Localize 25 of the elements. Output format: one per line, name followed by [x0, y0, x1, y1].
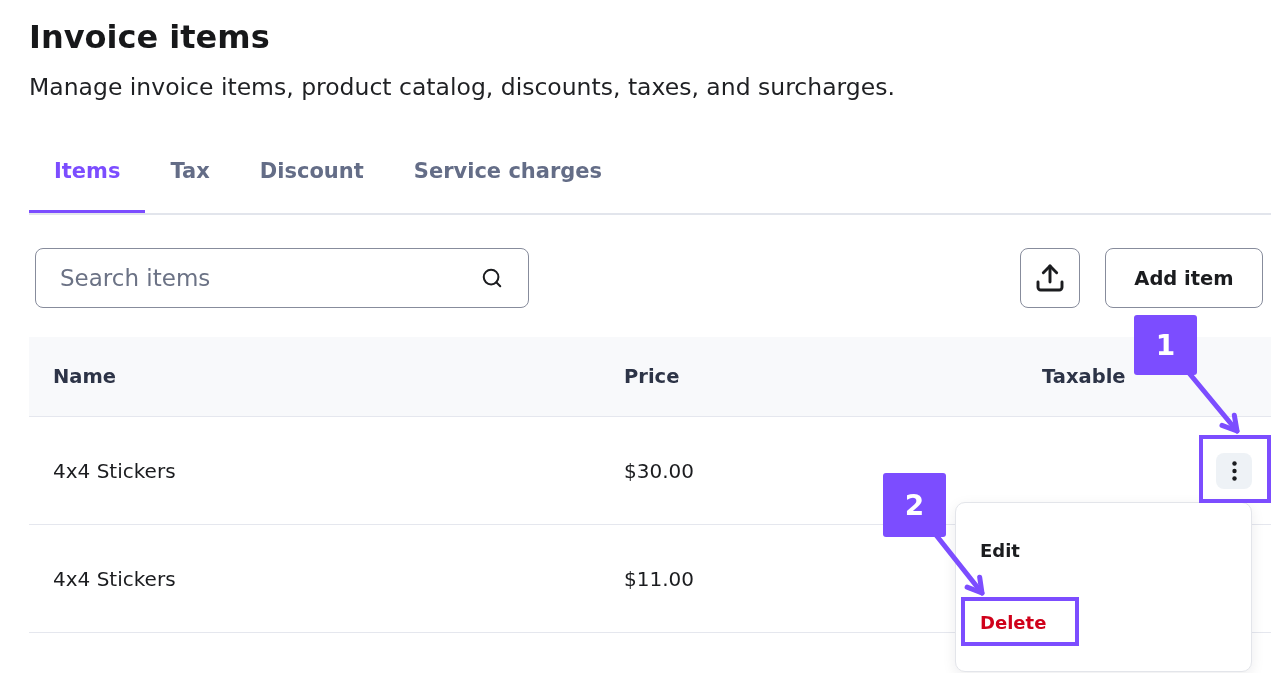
vertical-dots-icon — [1231, 460, 1237, 481]
upload-button[interactable] — [1020, 248, 1080, 308]
step-number-badge: 1 — [1134, 315, 1197, 375]
menu-item[interactable]: Edit — [956, 514, 1251, 587]
item-name: 4x4 Stickers — [53, 566, 176, 591]
search-field[interactable]: Search items — [35, 248, 529, 308]
menu-item[interactable]: Delete — [956, 586, 1251, 659]
item-name: 4x4 Stickers — [53, 458, 176, 483]
column-header: Price — [624, 365, 680, 388]
tab[interactable]: Items — [29, 131, 146, 213]
item-price: $30.00 — [624, 458, 694, 483]
item-price: $11.00 — [624, 566, 694, 591]
search-icon — [481, 267, 503, 289]
tab[interactable]: Tax — [145, 131, 235, 213]
upload-icon — [1034, 262, 1066, 294]
highlight-frame — [1199, 435, 1271, 503]
column-header: Taxable — [1042, 365, 1126, 388]
tab[interactable]: Service charges — [388, 131, 628, 213]
page-title: Invoice items — [29, 17, 270, 58]
page-subtitle: Manage invoice items, product catalog, discounts, taxes, and surcharges. — [29, 73, 895, 101]
column-header: Name — [53, 365, 117, 388]
add-item-button[interactable]: Add item — [1105, 248, 1263, 308]
more-options-button[interactable] — [1216, 452, 1252, 489]
step-number-badge: 2 — [883, 473, 946, 537]
tab[interactable]: Discount — [234, 131, 389, 213]
